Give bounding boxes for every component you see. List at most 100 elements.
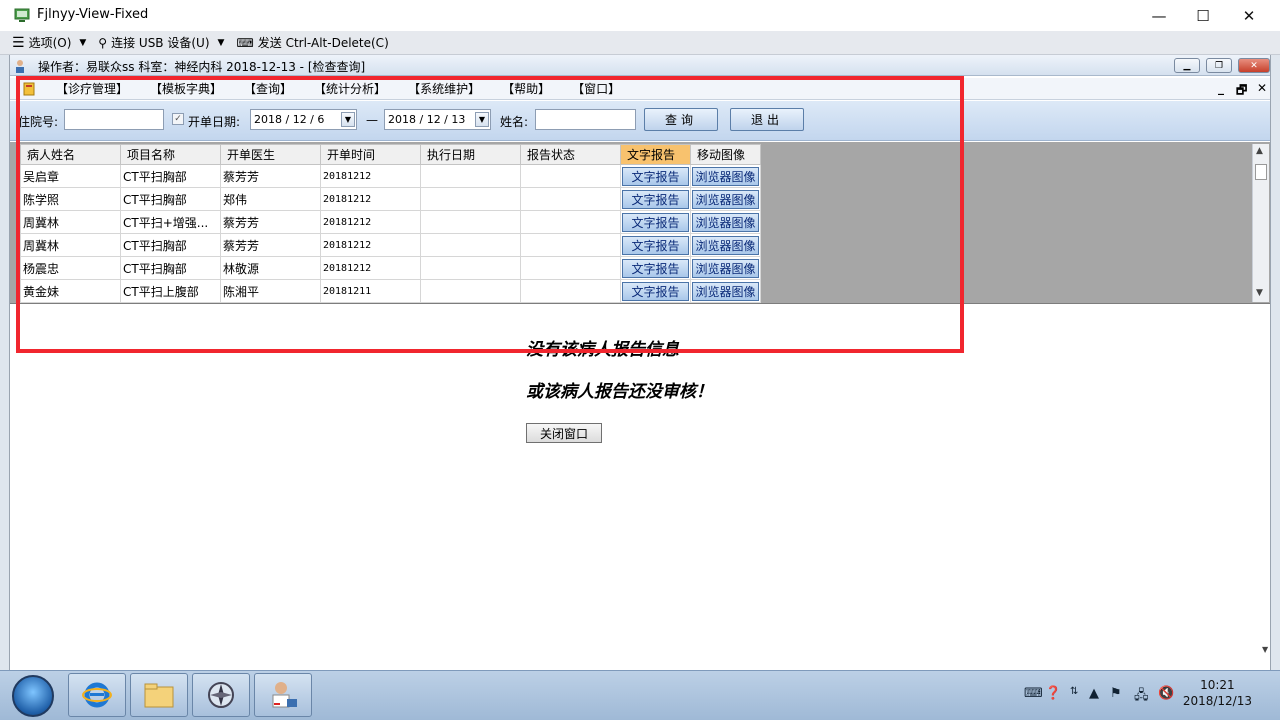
cell-report-status[interactable] [520,279,621,303]
cell-patient-name[interactable]: 吴启章 [20,164,121,188]
help-icon[interactable]: ❓ [1045,686,1061,701]
taskbar-medical-app[interactable] [254,673,312,717]
chevron-down-icon[interactable]: ▼ [341,112,355,127]
browse-image-button[interactable]: 浏览器图像 [692,258,759,278]
table-row[interactable]: 吴启章 CT平扫胸部 蔡芳芳 20181212 文字报告 浏览器图像 [20,164,761,188]
table-row[interactable]: 杨震忠 CT平扫胸部 林敬源 20181212 文字报告 浏览器图像 [20,256,761,280]
cell-item-name[interactable]: CT平扫胸部 [120,164,221,188]
app-minimize-button[interactable]: ▁ [1174,58,1200,73]
usb-menu[interactable]: ⚲ 连接 USB 设备(U) ▼ [98,34,224,51]
mdi-close-button[interactable]: ✕ [1257,81,1267,95]
show-hidden-icons-icon[interactable]: ▲ [1089,686,1099,701]
cell-doctor[interactable]: 蔡芳芳 [220,210,321,234]
menu-window[interactable]: 【窗口】 [572,80,620,97]
cell-order-time[interactable]: 20181212 [320,256,421,280]
network-icon[interactable]: ⇅ [1070,686,1078,697]
date-to-picker[interactable]: 2018 / 12 / 13 ▼ [384,109,491,130]
text-report-button[interactable]: 文字报告 [622,235,689,255]
close-button[interactable]: ✕ [1226,0,1272,31]
cell-report-status[interactable] [520,210,621,234]
cell-order-time[interactable]: 20181212 [320,233,421,257]
menu-system[interactable]: 【系统维护】 [408,80,480,97]
browse-image-button[interactable]: 浏览器图像 [692,235,759,255]
volume-muted-icon[interactable]: 🔇 [1158,686,1174,701]
col-text-report[interactable]: 文字报告 [620,144,691,165]
cell-report-status[interactable] [520,256,621,280]
send-cad-button[interactable]: ⌨ 发送 Ctrl-Alt-Delete(C) [236,34,388,51]
cell-item-name[interactable]: CT平扫胸部 [120,256,221,280]
table-row[interactable]: 陈学照 CT平扫胸部 郑伟 20181212 文字报告 浏览器图像 [20,187,761,211]
scroll-down-icon[interactable]: ▼ [1256,288,1263,298]
taskbar-ie[interactable] [68,673,126,717]
browse-image-button[interactable]: 浏览器图像 [692,281,759,301]
menu-diagnosis[interactable]: 【诊疗管理】 [56,80,128,97]
table-row[interactable]: 黄金妹 CT平扫上腹部 陈湘平 20181211 文字报告 浏览器图像 [20,279,761,303]
cell-order-time[interactable]: 20181212 [320,187,421,211]
date-from-picker[interactable]: 2018 / 12 / 6 ▼ [250,109,357,130]
maximize-button[interactable]: ☐ [1180,0,1226,31]
options-menu[interactable]: ☰ 选项(O) ▼ [12,34,86,51]
start-button[interactable] [12,675,54,717]
text-report-button[interactable]: 文字报告 [622,258,689,278]
cell-patient-name[interactable]: 周冀林 [20,210,121,234]
cell-doctor[interactable]: 蔡芳芳 [220,164,321,188]
system-clock[interactable]: 10:21 2018/12/13 [1183,677,1252,709]
cell-doctor[interactable]: 林敬源 [220,256,321,280]
table-row[interactable]: 周冀林 CT平扫胸部 蔡芳芳 20181212 文字报告 浏览器图像 [20,233,761,257]
cell-order-time[interactable]: 20181212 [320,210,421,234]
menu-statistics[interactable]: 【统计分析】 [314,80,386,97]
cell-order-time[interactable]: 20181212 [320,164,421,188]
grid-vertical-scrollbar[interactable]: ▲ ▼ [1252,144,1269,302]
cell-patient-name[interactable]: 黄金妹 [20,279,121,303]
text-report-button[interactable]: 文字报告 [622,166,689,186]
cell-exec-date[interactable] [420,187,521,211]
menu-query[interactable]: 【查询】 [244,80,292,97]
cell-report-status[interactable] [520,187,621,211]
app-restore-button[interactable]: ❐ [1206,58,1232,73]
cell-exec-date[interactable] [420,233,521,257]
minimize-button[interactable]: — [1136,0,1182,31]
col-item-name[interactable]: 项目名称 [120,144,221,165]
taskbar-compass-app[interactable] [192,673,250,717]
cell-doctor[interactable]: 郑伟 [220,187,321,211]
keyboard-icon[interactable]: ⌨ [1024,686,1043,701]
exit-button[interactable]: 退出 [730,108,804,131]
table-row[interactable]: 周冀林 CT平扫+增强... 蔡芳芳 20181212 文字报告 浏览器图像 [20,210,761,234]
close-window-button[interactable]: 关闭窗口 [526,423,602,443]
hospital-no-input[interactable] [64,109,164,130]
col-patient-name[interactable]: 病人姓名 [20,144,121,165]
taskbar-explorer[interactable] [130,673,188,717]
col-order-time[interactable]: 开单时间 [320,144,421,165]
cell-report-status[interactable] [520,233,621,257]
col-report-status[interactable]: 报告状态 [520,144,621,165]
browse-image-button[interactable]: 浏览器图像 [692,212,759,232]
cell-order-time[interactable]: 20181211 [320,279,421,303]
menu-templates[interactable]: 【模板字典】 [150,80,222,97]
col-doctor[interactable]: 开单医生 [220,144,321,165]
cell-exec-date[interactable] [420,164,521,188]
name-input[interactable] [535,109,636,130]
date-filter-checkbox[interactable]: ✓ [172,113,184,125]
scroll-down-icon[interactable]: ▼ [1262,645,1268,654]
network-status-icon[interactable]: 🖧 [1134,686,1149,708]
app-close-button[interactable]: ✕ [1238,58,1270,73]
text-report-button[interactable]: 文字报告 [622,189,689,209]
cell-item-name[interactable]: CT平扫胸部 [120,233,221,257]
col-exec-date[interactable]: 执行日期 [420,144,521,165]
cell-exec-date[interactable] [420,256,521,280]
cell-exec-date[interactable] [420,210,521,234]
chevron-down-icon[interactable]: ▼ [475,112,489,127]
cell-doctor[interactable]: 陈湘平 [220,279,321,303]
cell-patient-name[interactable]: 周冀林 [20,233,121,257]
mdi-minimize-button[interactable]: _ [1218,81,1224,95]
col-mobile-image[interactable]: 移动图像 [690,144,761,165]
cell-item-name[interactable]: CT平扫胸部 [120,187,221,211]
text-report-button[interactable]: 文字报告 [622,212,689,232]
browse-image-button[interactable]: 浏览器图像 [692,189,759,209]
flag-icon[interactable]: ⚑ [1110,686,1122,701]
text-report-button[interactable]: 文字报告 [622,281,689,301]
cell-item-name[interactable]: CT平扫+增强... [120,210,221,234]
query-button[interactable]: 查询 [644,108,718,131]
cell-item-name[interactable]: CT平扫上腹部 [120,279,221,303]
browse-image-button[interactable]: 浏览器图像 [692,166,759,186]
